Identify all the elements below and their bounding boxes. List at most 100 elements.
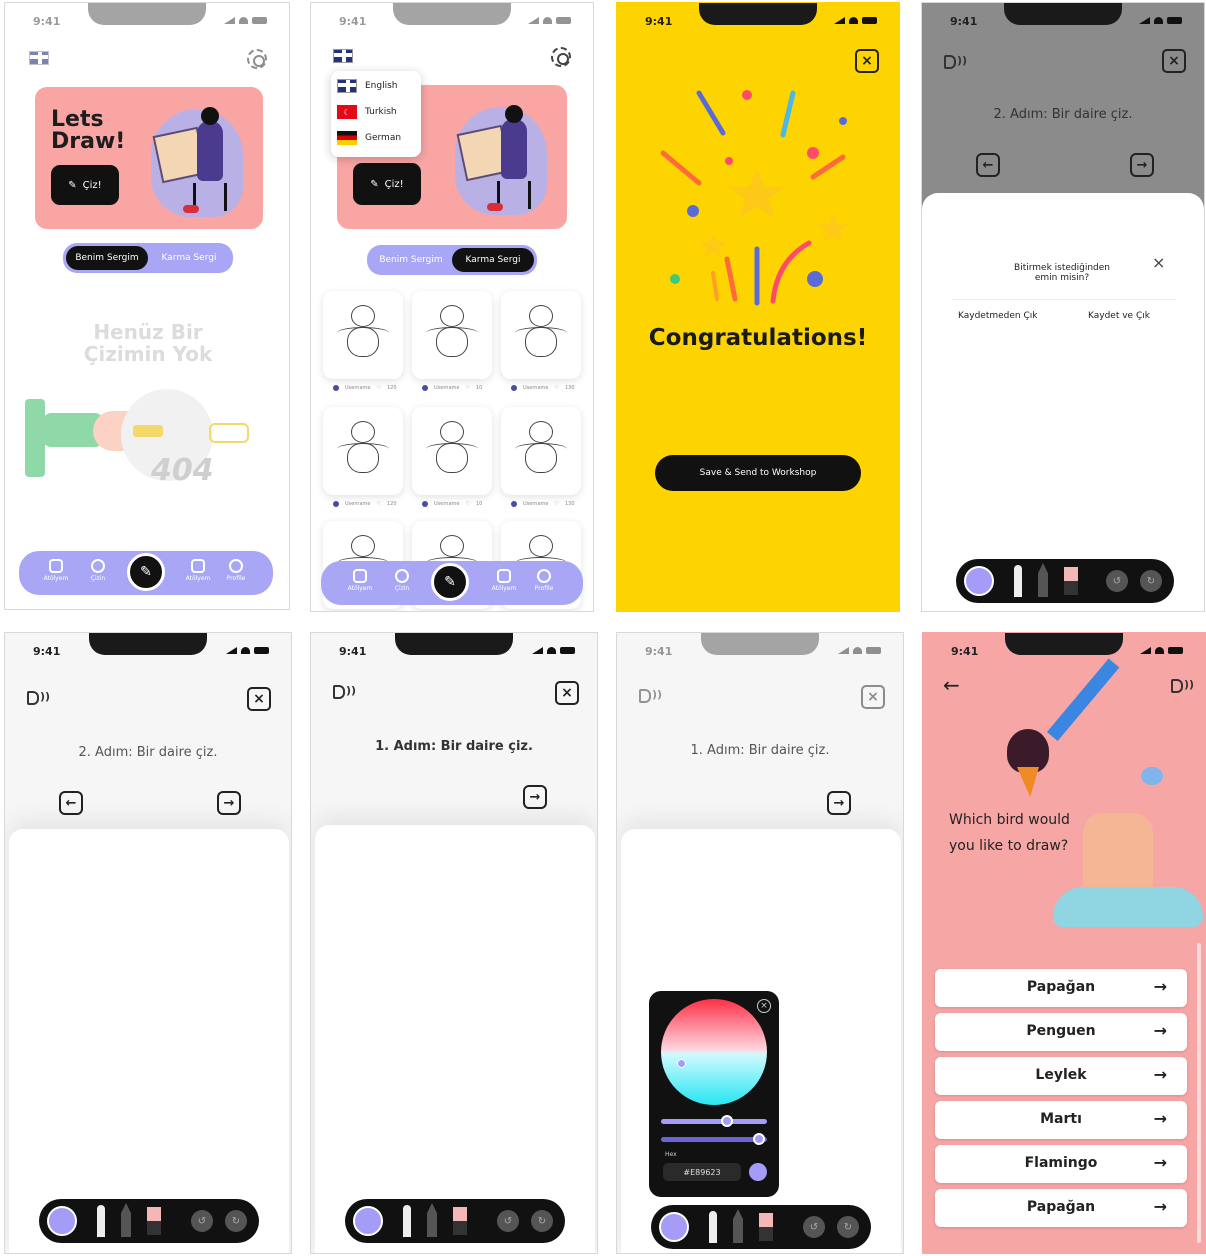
- color-swatch-button[interactable]: [353, 1206, 383, 1236]
- drawing-canvas[interactable]: [9, 829, 289, 1253]
- redo-icon[interactable]: ↻: [837, 1216, 859, 1238]
- nav-workshop-2[interactable]: Atölyem: [183, 559, 213, 582]
- heart-icon[interactable]: ♡: [555, 501, 559, 507]
- eraser-tool-icon[interactable]: [1064, 567, 1078, 595]
- next-step-button[interactable]: →: [523, 785, 547, 809]
- prev-step-button[interactable]: ←: [976, 153, 1000, 177]
- uk-flag-icon[interactable]: [333, 49, 353, 63]
- heart-icon[interactable]: ♡: [466, 385, 470, 391]
- save-send-button[interactable]: Save & Send to Workshop: [655, 455, 861, 491]
- close-button[interactable]: ×: [861, 685, 885, 709]
- speaker-icon[interactable]: [1171, 678, 1194, 693]
- brush-tool-icon[interactable]: [403, 1205, 411, 1237]
- drawing-card[interactable]: [323, 407, 403, 495]
- pencil-tool-icon[interactable]: [121, 1203, 131, 1237]
- color-swatch-button[interactable]: [659, 1212, 689, 1242]
- undo-icon[interactable]: ↺: [803, 1216, 825, 1238]
- draw-button[interactable]: ✎ Çiz!: [51, 165, 119, 205]
- notch: [701, 633, 819, 655]
- next-step-button[interactable]: →: [827, 791, 851, 815]
- confirm-sheet: Bitirmek istediğinden emin misin? × Kayd…: [922, 193, 1204, 611]
- brush-tool-icon[interactable]: [709, 1211, 717, 1243]
- pencil-tool-icon[interactable]: [1038, 563, 1048, 597]
- nav-workshop[interactable]: Atölyem: [41, 559, 71, 582]
- drawing-card[interactable]: [501, 291, 581, 379]
- settings-gear-icon[interactable]: [551, 47, 571, 67]
- tab-mixed-gallery[interactable]: Karma Sergi: [148, 246, 230, 270]
- back-arrow-icon[interactable]: ←: [943, 673, 960, 697]
- scrollbar[interactable]: [1197, 943, 1201, 1243]
- brush-fab-button[interactable]: ✎: [431, 563, 469, 601]
- tab-my-gallery[interactable]: Benim Sergim: [66, 246, 148, 270]
- brush-fab-button[interactable]: ✎: [127, 553, 165, 591]
- heart-icon[interactable]: ♡: [377, 385, 381, 391]
- close-dialog-icon[interactable]: ×: [1152, 253, 1165, 272]
- nav-profile[interactable]: Profile: [529, 569, 559, 592]
- drawing-canvas[interactable]: [315, 825, 595, 1253]
- undo-icon[interactable]: ↺: [191, 1210, 213, 1232]
- next-step-button[interactable]: →: [1130, 153, 1154, 177]
- eraser-tool-icon[interactable]: [759, 1213, 773, 1241]
- undo-icon[interactable]: ↺: [497, 1210, 519, 1232]
- close-button[interactable]: ×: [855, 49, 879, 73]
- bird-option[interactable]: Penguen →: [935, 1013, 1187, 1051]
- next-step-button[interactable]: →: [217, 791, 241, 815]
- color-wheel-handle[interactable]: [677, 1059, 686, 1068]
- bird-option[interactable]: Papağan →: [935, 1189, 1187, 1227]
- speaker-icon[interactable]: [333, 684, 356, 699]
- language-option-turkish[interactable]: ☾ Turkish: [337, 105, 397, 119]
- redo-icon[interactable]: ↻: [225, 1210, 247, 1232]
- close-button[interactable]: ×: [555, 681, 579, 705]
- pencil-tool-icon[interactable]: [733, 1209, 743, 1243]
- drawing-card[interactable]: [501, 407, 581, 495]
- close-button[interactable]: ×: [1162, 49, 1186, 73]
- artist-illustration: [441, 99, 551, 217]
- prev-step-button[interactable]: ←: [59, 791, 83, 815]
- drawing-card[interactable]: [412, 407, 492, 495]
- drawing-card[interactable]: [412, 291, 492, 379]
- heart-icon[interactable]: ♡: [466, 501, 470, 507]
- uk-flag-icon[interactable]: [29, 51, 49, 65]
- coin-icon: [91, 559, 105, 573]
- tab-mixed-gallery[interactable]: Karma Sergi: [452, 248, 534, 272]
- eraser-tool-icon[interactable]: [453, 1207, 467, 1235]
- hex-input[interactable]: #E89623: [663, 1163, 741, 1181]
- bird-option[interactable]: Flamingo →: [935, 1145, 1187, 1183]
- exit-without-save-button[interactable]: Kaydetmeden Çık: [958, 311, 1037, 321]
- bird-option[interactable]: Leylek →: [935, 1057, 1187, 1095]
- color-swatch-button[interactable]: [47, 1206, 77, 1236]
- pencil-tool-icon[interactable]: [427, 1203, 437, 1237]
- nav-workshop[interactable]: Atölyem: [345, 569, 375, 592]
- undo-icon[interactable]: ↺: [1106, 570, 1128, 592]
- close-button[interactable]: ×: [247, 687, 271, 711]
- redo-icon[interactable]: ↻: [531, 1210, 553, 1232]
- bird-option[interactable]: Papağan →: [935, 969, 1187, 1007]
- speaker-icon[interactable]: [639, 688, 662, 703]
- save-and-exit-button[interactable]: Kaydet ve Çık: [1088, 311, 1150, 321]
- color-swatch-button[interactable]: [964, 566, 994, 596]
- draw-button[interactable]: ✎ Çiz!: [353, 163, 421, 205]
- nav-draw[interactable]: Çizin: [83, 559, 113, 582]
- close-picker-icon[interactable]: ×: [757, 999, 771, 1013]
- tab-my-gallery[interactable]: Benim Sergim: [370, 248, 452, 272]
- speaker-icon[interactable]: [27, 690, 50, 705]
- nav-draw[interactable]: Çizin: [387, 569, 417, 592]
- color-wheel[interactable]: [661, 999, 767, 1105]
- brightness-slider[interactable]: [661, 1115, 767, 1127]
- bird-option[interactable]: Martı →: [935, 1101, 1187, 1139]
- settings-gear-icon[interactable]: [247, 49, 267, 69]
- card-likes: 10: [475, 501, 483, 507]
- heart-icon[interactable]: ♡: [377, 501, 381, 507]
- nav-workshop-2[interactable]: Atölyem: [489, 569, 519, 592]
- opacity-slider[interactable]: [661, 1133, 767, 1145]
- nav-profile[interactable]: Profile: [221, 559, 251, 582]
- language-option-english[interactable]: English: [337, 79, 398, 93]
- eraser-tool-icon[interactable]: [147, 1207, 161, 1235]
- heart-icon[interactable]: ♡: [555, 385, 559, 391]
- speaker-icon[interactable]: [944, 54, 967, 69]
- brush-tool-icon[interactable]: [1014, 565, 1022, 597]
- redo-icon[interactable]: ↻: [1140, 570, 1162, 592]
- brush-tool-icon[interactable]: [97, 1205, 105, 1237]
- drawing-card[interactable]: [323, 291, 403, 379]
- language-option-german[interactable]: German: [337, 131, 401, 145]
